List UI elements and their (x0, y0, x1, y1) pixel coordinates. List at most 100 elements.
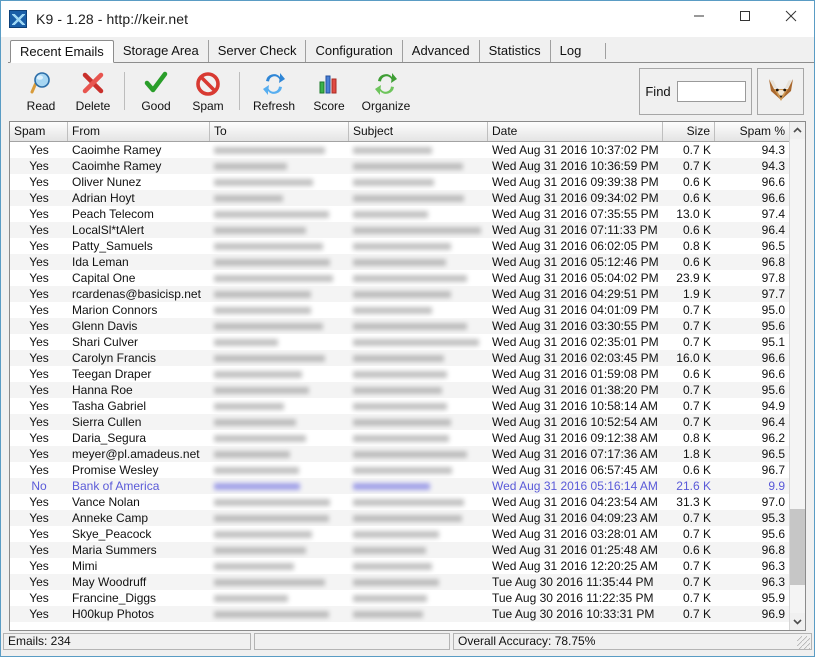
cell-to (210, 542, 349, 558)
cell-spam-percent: 97.4 (761, 207, 785, 221)
table-row[interactable]: Yes Sierra Cullen Wed Aug 31 2016 10:52:54… (10, 414, 789, 430)
vertical-scrollbar[interactable] (789, 122, 805, 630)
column-header-date[interactable]: Date (488, 122, 663, 141)
organize-button[interactable]: Organize (355, 65, 417, 117)
resize-grip-icon[interactable] (797, 636, 810, 649)
chevron-up-icon[interactable] (790, 122, 805, 139)
bar-chart-icon (315, 69, 343, 99)
table-row[interactable]: Yes Mimi Wed Aug 31 2016 12:20:25 AM 0.7 K 9… (10, 558, 789, 574)
tab-storage-area[interactable]: Storage Area (113, 40, 209, 62)
redacted-text (214, 450, 290, 458)
table-row[interactable]: Yes Skye_Peacock Wed Aug 31 2016 03:28:01 … (10, 526, 789, 542)
column-header-spam[interactable]: Spam (10, 122, 68, 141)
scrollbar-track[interactable] (790, 139, 805, 613)
cell-spam: Yes (29, 399, 49, 413)
table-row[interactable]: Yes Oliver Nunez Wed Aug 31 2016 09:39:38 … (10, 174, 789, 190)
table-row[interactable]: Yes Marion Connors Wed Aug 31 2016 04:01:0… (10, 302, 789, 318)
tab-configuration[interactable]: Configuration (306, 40, 403, 62)
minimize-icon[interactable] (676, 1, 722, 31)
table-row[interactable]: Yes Glenn Davis Wed Aug 31 2016 03:30:55 P… (10, 318, 789, 334)
tab-log[interactable]: Log (550, 40, 606, 62)
score-button[interactable]: Score (303, 65, 355, 117)
tab-statistics[interactable]: Statistics (479, 40, 551, 62)
cell-spam-percent: 95.6 (761, 383, 785, 397)
good-button[interactable]: Good (130, 65, 182, 117)
cell-spam-percent: 97.7 (761, 287, 785, 301)
table-row[interactable]: Yes LocalSl*tAlert Wed Aug 31 2016 07:11:3… (10, 222, 789, 238)
redacted-text (353, 178, 434, 186)
column-header-spam-percent[interactable]: Spam % (715, 122, 789, 141)
cell-spam: Yes (29, 191, 49, 205)
cell-size: 0.7 K (682, 559, 711, 573)
cell-subject (349, 270, 488, 286)
refresh-button[interactable]: Refresh (245, 65, 303, 117)
table-row[interactable]: Yes Francine_Diggs Tue Aug 30 2016 11:22:3… (10, 590, 789, 606)
tab-advanced[interactable]: Advanced (402, 40, 480, 62)
table-row[interactable]: Yes rcardenas@basicisp.net Wed Aug 31 2016… (10, 286, 789, 302)
blue-refresh-arrows-icon (260, 69, 288, 99)
table-row[interactable]: Yes Vance Nolan Wed Aug 31 2016 04:23:54 A… (10, 494, 789, 510)
maximize-icon[interactable] (722, 1, 768, 31)
column-header-size[interactable]: Size (663, 122, 715, 141)
cell-size: 0.7 K (682, 511, 711, 525)
table-row[interactable]: Yes Caoimhe Ramey Wed Aug 31 2016 10:37:02… (10, 142, 789, 158)
cell-spam-percent: 97.8 (761, 271, 785, 285)
cell-date: Wed Aug 31 2016 09:39:38 PM (492, 175, 659, 189)
column-header-from[interactable]: From (68, 122, 210, 141)
cell-subject (349, 606, 488, 622)
cell-spam-percent: 95.6 (761, 319, 785, 333)
cell-spam-percent: 95.3 (761, 511, 785, 525)
redacted-text (214, 322, 323, 330)
table-row[interactable]: Yes H00kup Photos Tue Aug 30 2016 10:33:31… (10, 606, 789, 622)
close-icon[interactable] (768, 1, 814, 31)
chevron-down-icon[interactable] (790, 613, 805, 630)
table-row[interactable]: Yes Teegan Draper Wed Aug 31 2016 01:59:08… (10, 366, 789, 382)
cell-date: Wed Aug 31 2016 01:25:48 AM (492, 543, 658, 557)
column-header-subject[interactable]: Subject (349, 122, 488, 141)
table-row[interactable]: Yes Adrian Hoyt Wed Aug 31 2016 09:34:02 P… (10, 190, 789, 206)
table-row[interactable]: Yes meyer@pl.amadeus.net Wed Aug 31 2016 0… (10, 446, 789, 462)
table-row[interactable]: Yes Capital One Wed Aug 31 2016 05:04:02 P… (10, 270, 789, 286)
table-row[interactable]: Yes Tasha Gabriel Wed Aug 31 2016 10:58:14… (10, 398, 789, 414)
table-row[interactable]: Yes Promise Wesley Wed Aug 31 2016 06:57:4… (10, 462, 789, 478)
tab-recent-emails[interactable]: Recent Emails (10, 40, 114, 63)
cell-subject (349, 254, 488, 270)
cell-subject (349, 222, 488, 238)
cell-to (210, 254, 349, 270)
cell-size: 0.7 K (682, 159, 711, 173)
table-row[interactable]: No Bank of America Wed Aug 31 2016 05:16:1… (10, 478, 789, 494)
read-button[interactable]: Read (15, 65, 67, 117)
redacted-text (214, 562, 294, 570)
redacted-text (214, 482, 300, 490)
scrollbar-thumb[interactable] (790, 508, 805, 585)
redacted-text (353, 354, 444, 362)
cell-to (210, 190, 349, 206)
table-row[interactable]: Yes Anneke Camp Wed Aug 31 2016 04:09:23 A… (10, 510, 789, 526)
table-row[interactable]: Yes Hanna Roe Wed Aug 31 2016 01:38:20 PM 0… (10, 382, 789, 398)
spam-button[interactable]: Spam (182, 65, 234, 117)
tab-server-check[interactable]: Server Check (208, 40, 307, 62)
cell-to (210, 414, 349, 430)
table-row[interactable]: Yes Ida Leman Wed Aug 31 2016 05:12:46 PM 0… (10, 254, 789, 270)
cell-subject (349, 334, 488, 350)
cell-from: Caoimhe Ramey (72, 159, 162, 173)
table-row[interactable]: Yes Peach Telecom Wed Aug 31 2016 07:35:55… (10, 206, 789, 222)
cell-spam: Yes (29, 575, 49, 589)
cell-from: Sierra Cullen (72, 415, 142, 429)
table-row[interactable]: Yes Patty_Samuels Wed Aug 31 2016 06:02:05… (10, 238, 789, 254)
table-row[interactable]: Yes Carolyn Francis Wed Aug 31 2016 02:03:… (10, 350, 789, 366)
table-row[interactable]: Yes Caoimhe Ramey Wed Aug 31 2016 10:36:59… (10, 158, 789, 174)
table-row[interactable]: Yes May Woodruff Tue Aug 30 2016 11:35:44 … (10, 574, 789, 590)
cell-to (210, 286, 349, 302)
find-input[interactable] (676, 81, 746, 102)
table-row[interactable]: Yes Maria Summers Wed Aug 31 2016 01:25:48… (10, 542, 789, 558)
cell-spam-percent: 96.5 (761, 447, 785, 461)
delete-button[interactable]: Delete (67, 65, 119, 117)
cell-to (210, 462, 349, 478)
email-rows: Yes Caoimhe Ramey Wed Aug 31 2016 10:37:02… (10, 142, 789, 630)
column-header-to[interactable]: To (210, 122, 349, 141)
table-row[interactable]: Yes Shari Culver Wed Aug 31 2016 02:35:01 … (10, 334, 789, 350)
fox-button[interactable] (757, 68, 804, 115)
cell-spam-percent: 96.3 (761, 559, 785, 573)
table-row[interactable]: Yes Daria_Segura Wed Aug 31 2016 09:12:38 … (10, 430, 789, 446)
